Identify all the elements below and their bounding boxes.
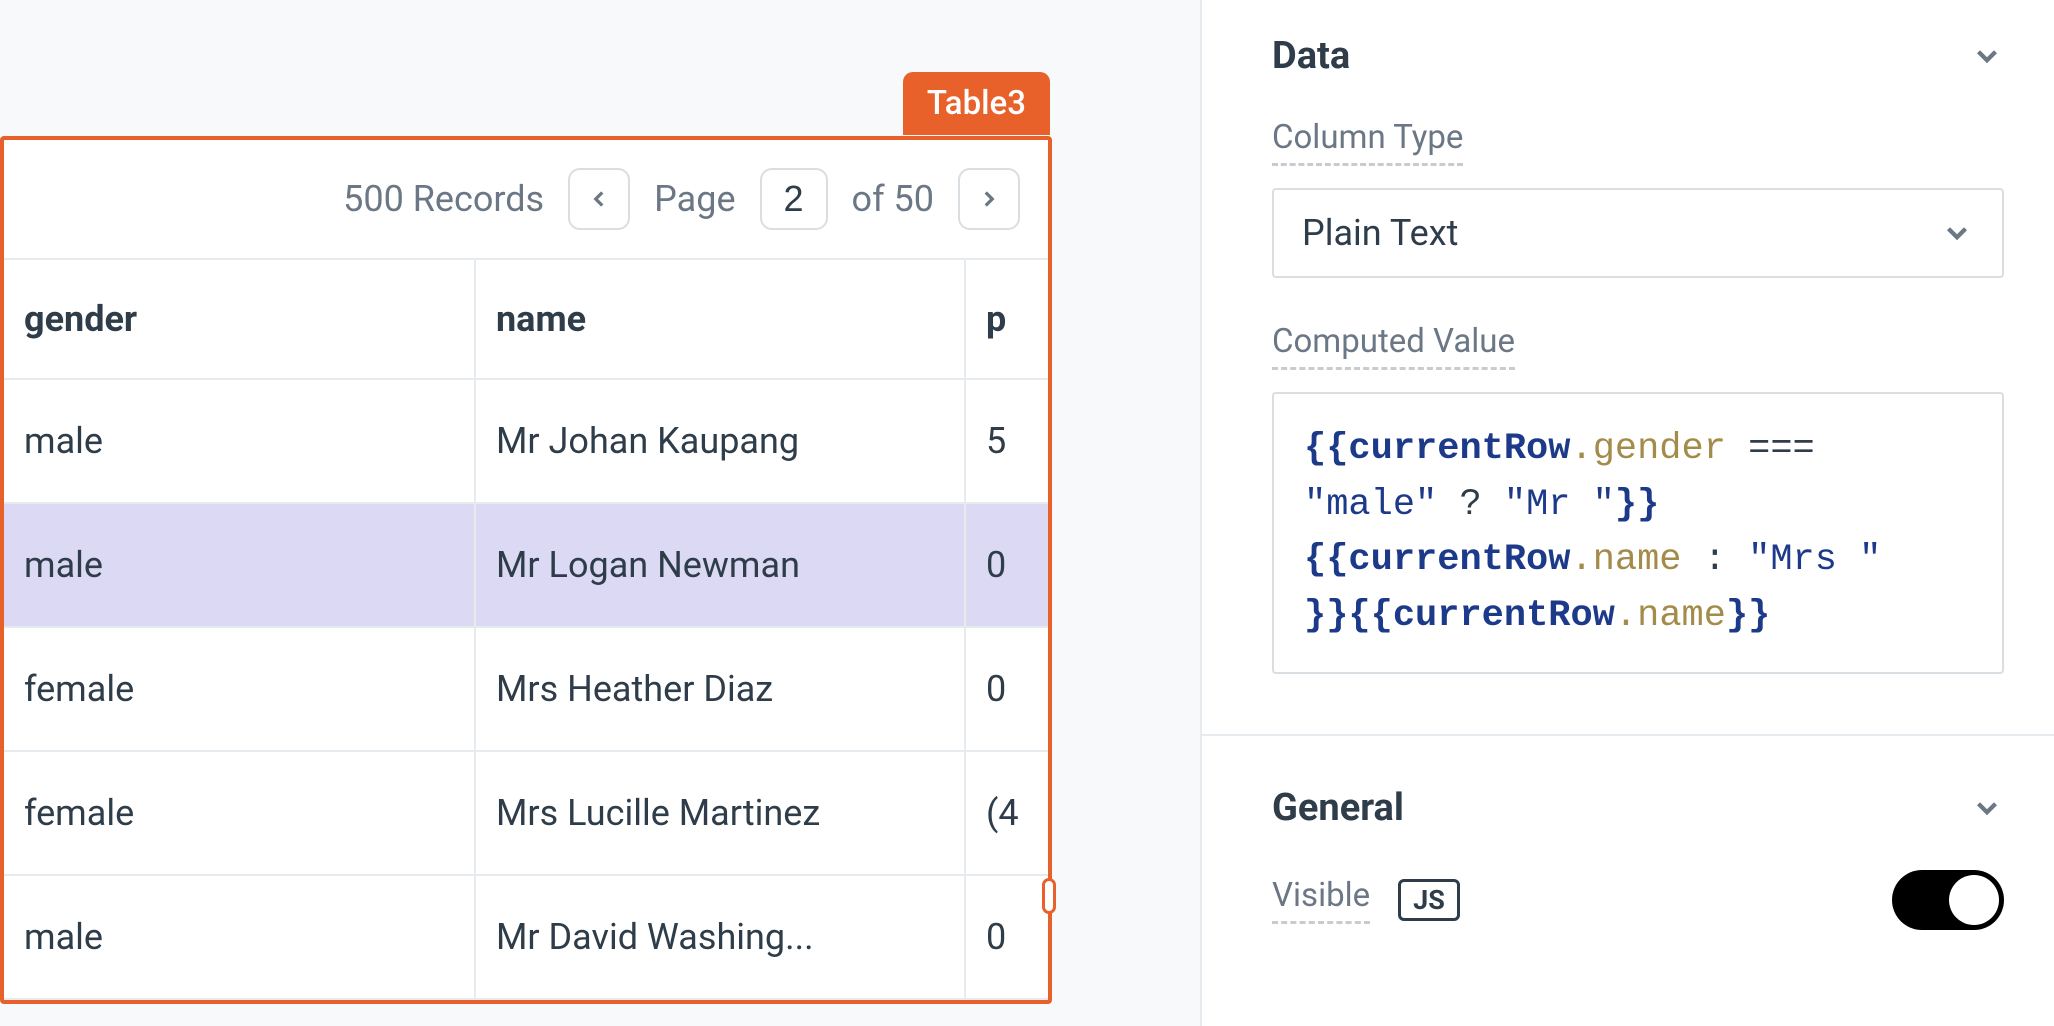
table-cell: male [4,504,476,626]
table-cell: male [4,380,476,502]
property-pane: Data Column Type Plain Text Computed Val… [1200,0,2054,1026]
page-of-label: of 50 [852,178,934,220]
table-header-row: gender name p [4,258,1048,380]
column-header-name[interactable]: name [476,260,966,378]
chevron-right-icon [976,186,1002,212]
table-cell: Mr David Washing... [476,876,966,998]
prev-page-button[interactable] [568,168,630,230]
chevron-down-icon [1940,216,1974,250]
table-cell: Mrs Lucille Martinez [476,752,966,874]
table-cell: 0 [966,504,1048,626]
visible-toggle[interactable] [1892,870,2004,930]
toggle-knob [1949,875,1999,925]
page-input[interactable] [760,168,828,230]
canvas-area: Table3 500 Records Page of 50 gender nam… [0,0,1200,1026]
section-divider [1202,734,2054,736]
table-cell: Mr Johan Kaupang [476,380,966,502]
section-header-data[interactable]: Data [1272,34,2004,78]
table-row[interactable]: femaleMrs Lucille Martinez(4 [4,752,1048,876]
table-cell: male [4,876,476,998]
js-toggle-button[interactable]: JS [1398,879,1460,921]
table-row[interactable]: femaleMrs Heather Diaz0 [4,628,1048,752]
column-header-p[interactable]: p [966,260,1048,378]
section-title-general: General [1272,786,1404,830]
visible-property-row: Visible JS [1272,870,2004,930]
table-row[interactable]: maleMr Logan Newman0 [4,504,1048,628]
table-widget[interactable]: 500 Records Page of 50 gender name p mal… [0,136,1052,1004]
chevron-down-icon [1970,791,2004,825]
visible-label: Visible [1272,876,1370,924]
column-header-gender[interactable]: gender [4,260,476,378]
column-type-dropdown[interactable]: Plain Text [1272,188,2004,278]
computed-value-label: Computed Value [1272,322,1515,370]
records-count: 500 Records [343,178,544,220]
table-cell: female [4,628,476,750]
next-page-button[interactable] [958,168,1020,230]
widget-name-tag[interactable]: Table3 [903,72,1050,135]
resize-handle[interactable] [1042,878,1056,914]
table-cell: 5 [966,380,1048,502]
section-title-data: Data [1272,34,1350,78]
column-type-value: Plain Text [1302,212,1458,254]
computed-value-input[interactable]: {{currentRow.gender === "male" ? "Mr "}}… [1272,392,2004,674]
section-header-general[interactable]: General [1272,786,2004,830]
column-type-label: Column Type [1272,118,1463,166]
table-row[interactable]: maleMr David Washing...0 [4,876,1048,1000]
page-label: Page [654,178,735,220]
table-cell: Mr Logan Newman [476,504,966,626]
table-cell: Mrs Heather Diaz [476,628,966,750]
table-body: maleMr Johan Kaupang5maleMr Logan Newman… [4,380,1048,1000]
chevron-left-icon [586,186,612,212]
table-row[interactable]: maleMr Johan Kaupang5 [4,380,1048,504]
chevron-down-icon [1970,39,2004,73]
table-cell: female [4,752,476,874]
table-cell: 0 [966,876,1048,998]
table-cell: 0 [966,628,1048,750]
table-cell: (4 [966,752,1048,874]
pagination-bar: 500 Records Page of 50 [4,140,1048,258]
